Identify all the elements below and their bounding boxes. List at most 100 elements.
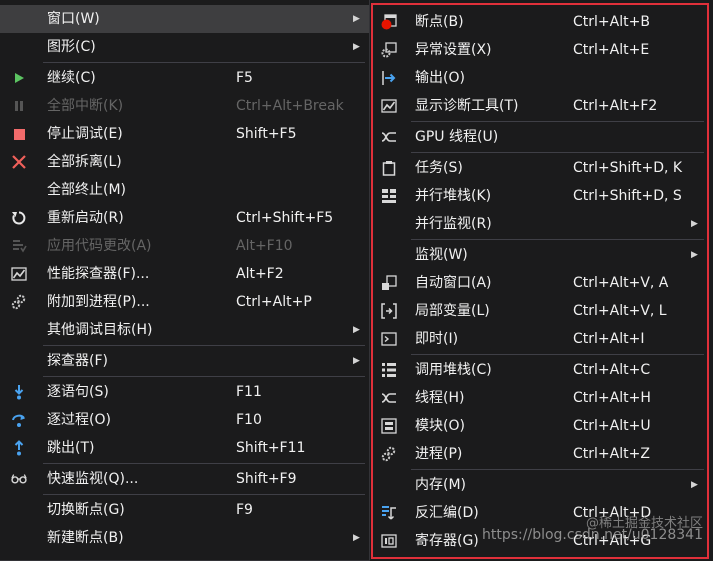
menu-item-memory[interactable]: 内存(M) ▶ xyxy=(373,471,707,499)
submenu-arrow-icon: ▶ xyxy=(353,356,360,366)
menu-item-modules[interactable]: 模块(O) Ctrl+Alt+U xyxy=(373,412,707,440)
menu-item-diagnostic-tools[interactable]: 显示诊断工具(T) Ctrl+Alt+F2 xyxy=(373,92,707,120)
menu-item-shortcut: F11 xyxy=(236,384,262,400)
step-into-icon xyxy=(11,384,27,400)
menu-separator xyxy=(411,121,704,122)
menu-item-terminate-all[interactable]: 全部终止(M) xyxy=(0,176,369,204)
submenu-arrow-icon: ▶ xyxy=(353,14,360,24)
menu-item-shortcut: Shift+F5 xyxy=(236,126,297,142)
menu-item-label: 图形(C) xyxy=(47,39,96,55)
exception-settings-icon xyxy=(381,42,397,58)
menu-item-label: 显示诊断工具(T) xyxy=(415,98,519,114)
menu-item-step-into[interactable]: 逐语句(S) F11 xyxy=(0,378,369,406)
menu-item-shortcut: Ctrl+Alt+F2 xyxy=(573,98,658,114)
glasses-icon xyxy=(11,471,27,487)
menu-item-shortcut: Ctrl+Alt+U xyxy=(573,418,651,434)
menu-item-restart[interactable]: 重新启动(R) Ctrl+Shift+F5 xyxy=(0,204,369,232)
console-icon xyxy=(381,331,397,347)
menu-item-output[interactable]: 输出(O) xyxy=(373,64,707,92)
menu-item-shortcut: Shift+F11 xyxy=(236,440,306,456)
menu-item-new-breakpoint[interactable]: 新建断点(B) ▶ xyxy=(0,524,369,552)
close-icon xyxy=(11,154,27,170)
menu-item-continue[interactable]: 继续(C) F5 xyxy=(0,64,369,92)
menu-item-watch[interactable]: 监视(W) ▶ xyxy=(373,241,707,269)
menu-item-shortcut: Shift+F9 xyxy=(236,471,297,487)
menu-item-exception-settings[interactable]: 异常设置(X) Ctrl+Alt+E xyxy=(373,36,707,64)
menu-separator xyxy=(43,62,365,63)
menu-separator xyxy=(411,469,704,470)
apply-code-changes-icon xyxy=(11,238,27,254)
menu-item-shortcut: F9 xyxy=(236,502,253,518)
menu-item-shortcut: Ctrl+Alt+H xyxy=(573,390,651,406)
menu-item-breakpoints[interactable]: 断点(B) Ctrl+Alt+B xyxy=(373,8,707,36)
menu-item-label: GPU 线程(U) xyxy=(415,129,499,145)
step-out-icon xyxy=(11,440,27,456)
submenu-arrow-icon: ▶ xyxy=(353,42,360,52)
menu-separator xyxy=(411,152,704,153)
menu-item-label: 模块(O) xyxy=(415,418,465,434)
menu-item-label: 全部中断(K) xyxy=(47,98,124,114)
disassembly-icon xyxy=(381,505,397,521)
stop-icon xyxy=(11,126,27,142)
menu-item-attach-to-process[interactable]: 附加到进程(P)... Ctrl+Alt+P xyxy=(0,288,369,316)
menu-item-detach-all[interactable]: 全部拆离(L) xyxy=(0,148,369,176)
menu-item-label: 窗口(W) xyxy=(47,11,100,27)
parallel-stacks-icon xyxy=(381,188,397,204)
menu-item-performance-profiler[interactable]: 性能探查器(F)... Alt+F2 xyxy=(0,260,369,288)
menu-item-shortcut: Ctrl+Alt+Break xyxy=(236,98,344,114)
menu-item-threads[interactable]: 线程(H) Ctrl+Alt+H xyxy=(373,384,707,412)
menu-item-label: 探查器(F) xyxy=(47,353,108,369)
menu-item-shortcut: Ctrl+Alt+I xyxy=(573,331,645,347)
menu-item-shortcut: Ctrl+Alt+V, A xyxy=(573,275,669,291)
menu-item-label: 异常设置(X) xyxy=(415,42,492,58)
submenu-arrow-icon: ▶ xyxy=(353,533,360,543)
submenu-arrow-icon: ▶ xyxy=(691,480,698,490)
menu-item-call-stack[interactable]: 调用堆栈(C) Ctrl+Alt+C xyxy=(373,356,707,384)
menu-item-break-all[interactable]: 全部中断(K) Ctrl+Alt+Break xyxy=(0,92,369,120)
menu-item-locals[interactable]: 局部变量(L) Ctrl+Alt+V, L xyxy=(373,297,707,325)
menu-item-parallel-stacks[interactable]: 并行堆栈(K) Ctrl+Shift+D, S xyxy=(373,182,707,210)
menu-item-shortcut: Ctrl+Alt+V, L xyxy=(573,303,667,319)
menu-separator xyxy=(43,494,365,495)
menu-separator xyxy=(411,239,704,240)
menu-item-toggle-breakpoint[interactable]: 切换断点(G) F9 xyxy=(0,496,369,524)
menu-item-window[interactable]: 窗口(W) ▶ xyxy=(0,5,369,33)
menu-item-quick-watch[interactable]: 快速监视(Q)... Shift+F9 xyxy=(0,465,369,493)
menu-item-tasks[interactable]: 任务(S) Ctrl+Shift+D, K xyxy=(373,154,707,182)
gears-icon xyxy=(381,446,397,462)
menu-item-other-debug-targets[interactable]: 其他调试目标(H) ▶ xyxy=(0,316,369,344)
menu-item-label: 附加到进程(P)... xyxy=(47,294,150,310)
menu-item-graphics[interactable]: 图形(C) ▶ xyxy=(0,33,369,61)
menu-item-apply-code-changes[interactable]: 应用代码更改(A) Alt+F10 xyxy=(0,232,369,260)
menu-item-parallel-watch[interactable]: 并行监视(R) ▶ xyxy=(373,210,707,238)
menu-item-step-over[interactable]: 逐过程(O) F10 xyxy=(0,406,369,434)
submenu-arrow-icon: ▶ xyxy=(691,250,698,260)
locals-icon xyxy=(381,303,397,319)
menu-item-shortcut: Ctrl+Shift+F5 xyxy=(236,210,334,226)
menu-item-label: 并行监视(R) xyxy=(415,216,492,232)
menu-item-gpu-threads[interactable]: GPU 线程(U) xyxy=(373,123,707,151)
menu-item-label: 断点(B) xyxy=(415,14,464,30)
submenu-arrow-icon: ▶ xyxy=(353,325,360,335)
play-icon xyxy=(11,70,27,86)
menu-item-label: 自动窗口(A) xyxy=(415,275,492,291)
menu-item-label: 新建断点(B) xyxy=(47,530,124,546)
menu-item-explorer[interactable]: 探查器(F) ▶ xyxy=(0,347,369,375)
menu-item-label: 局部变量(L) xyxy=(415,303,490,319)
menu-item-step-out[interactable]: 跳出(T) Shift+F11 xyxy=(0,434,369,462)
menu-item-label: 全部终止(M) xyxy=(47,182,127,198)
menu-item-label: 应用代码更改(A) xyxy=(47,238,152,254)
menu-separator xyxy=(43,376,365,377)
menu-item-label: 逐语句(S) xyxy=(47,384,109,400)
menu-separator xyxy=(43,345,365,346)
menu-item-autos[interactable]: 自动窗口(A) Ctrl+Alt+V, A xyxy=(373,269,707,297)
menu-item-label: 切换断点(G) xyxy=(47,502,125,518)
menu-item-stop-debugging[interactable]: 停止调试(E) Shift+F5 xyxy=(0,120,369,148)
watermark: https://blog.csdn.net/u0128341 xyxy=(482,527,703,543)
menu-item-immediate[interactable]: 即时(I) Ctrl+Alt+I xyxy=(373,325,707,353)
menu-separator xyxy=(411,354,704,355)
menu-item-processes[interactable]: 进程(P) Ctrl+Alt+Z xyxy=(373,440,707,468)
menu-item-shortcut: F5 xyxy=(236,70,253,86)
menu-item-shortcut: Alt+F10 xyxy=(236,238,293,254)
registers-icon xyxy=(381,533,397,549)
